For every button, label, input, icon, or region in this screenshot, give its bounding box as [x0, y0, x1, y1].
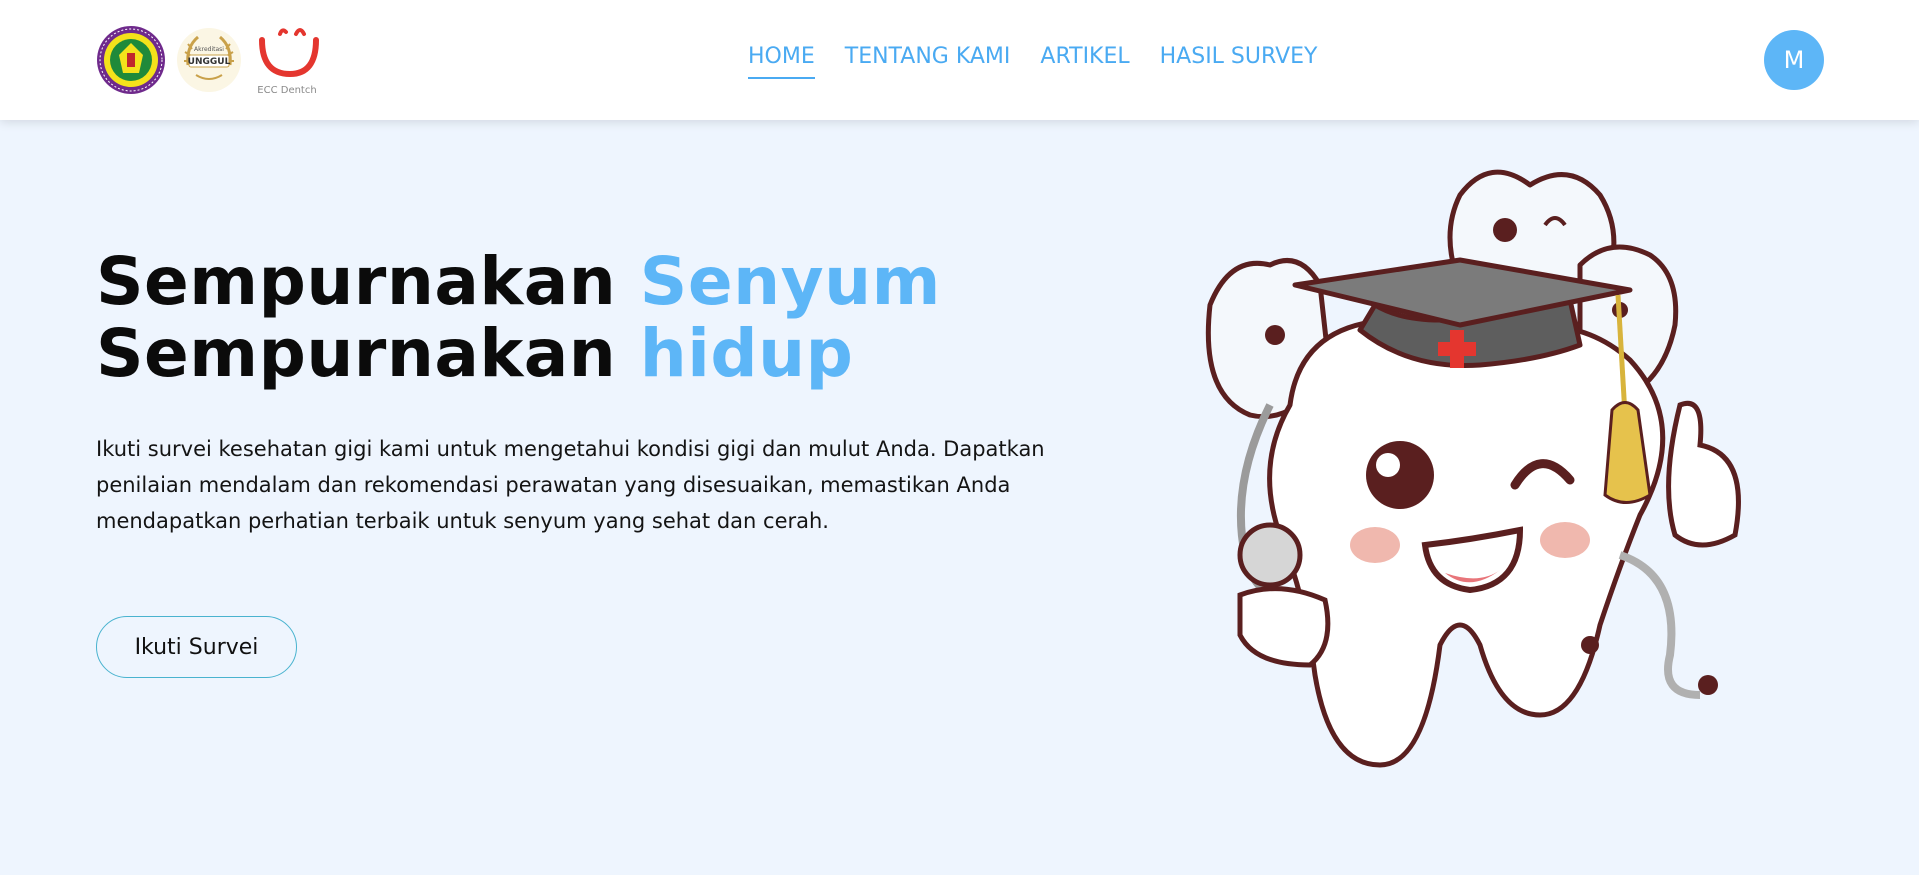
- award-text: UNGGUL: [188, 57, 231, 67]
- hero-line2-prefix: Sempurnakan: [96, 315, 617, 392]
- main-nav: HOME TENTANG KAMI ARTIKEL HASIL SURVEY: [748, 44, 1317, 79]
- hero-line1-accent: Senyum: [639, 243, 941, 320]
- user-avatar[interactable]: M: [1764, 30, 1824, 90]
- hero-description: Ikuti survei kesehatan gigi kami untuk m…: [96, 437, 1045, 533]
- ecc-dentch-smile-logo-icon: [259, 28, 319, 78]
- hero-line1-prefix: Sempurnakan: [96, 243, 617, 320]
- nav-hasil-survey[interactable]: HASIL SURVEY: [1160, 44, 1318, 79]
- unggul-accreditation-badge-icon[interactable]: Akreditasi UNGGUL: [174, 25, 244, 95]
- regency-seal-logo-icon[interactable]: [96, 25, 166, 95]
- ecc-dentch-caption: ECC Dentch: [257, 85, 317, 96]
- logo-group: Akreditasi UNGGUL ECC Dentch: [96, 22, 322, 98]
- graduate-tooth-mascot-icon: [1205, 169, 1741, 768]
- nav-home[interactable]: HOME: [748, 44, 815, 79]
- nav-tentang-kami[interactable]: TENTANG KAMI: [845, 44, 1011, 79]
- hero-title-line-2: Sempurnakan hidup: [96, 318, 941, 390]
- hero-line2-accent: hidup: [639, 315, 854, 392]
- nav-artikel[interactable]: ARTIKEL: [1040, 44, 1129, 79]
- site-header: Akreditasi UNGGUL ECC Dentch HOME TENTAN…: [0, 0, 1919, 120]
- hero-title: Sempurnakan Senyum Sempurnakan hidup: [96, 246, 941, 390]
- award-caption: Akreditasi: [194, 46, 224, 53]
- hero-title-line-1: Sempurnakan Senyum: [96, 246, 941, 318]
- ecc-dentch-logo[interactable]: ECC Dentch: [252, 22, 322, 98]
- take-survey-button[interactable]: Ikuti Survei: [96, 616, 297, 678]
